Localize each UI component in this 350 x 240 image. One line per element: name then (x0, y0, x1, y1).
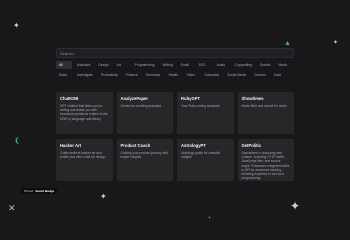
card-title: Product Coach (120, 143, 151, 148)
category-tab[interactable]: Health (166, 71, 182, 79)
category-tab[interactable]: Design (95, 61, 111, 69)
card-description: GPT chatbot that takes you to writing an… (60, 104, 108, 121)
sparkle-icon: ✦ (100, 192, 107, 201)
gpt-card[interactable]: Showtimes Movie filter and overall for au… (237, 92, 294, 134)
category-tab[interactable]: Education (202, 71, 223, 79)
gpt-card-grid: ChatKDB GPT chatbot that takes you to wri… (56, 92, 294, 181)
badge-prefix: Pinned (24, 189, 34, 193)
sparkle-icon: ✦ (13, 21, 20, 30)
card-description: Astrology guide for celestial insights (181, 151, 220, 160)
search-input[interactable]: Search... (56, 48, 294, 58)
card-description: Specializes in analyzing web content, in… (241, 151, 290, 181)
card-title: GetPolitic (241, 143, 262, 148)
gpt-card[interactable]: AnalyzePaper Gemini as a writing assistan… (116, 92, 173, 134)
category-tab[interactable]: Copywriting (232, 61, 255, 69)
category-filters: All Assistant Design Art Programming Writing E… (56, 61, 294, 79)
category-tab[interactable]: Cartoon (251, 71, 269, 79)
category-tab[interactable]: Investigate (74, 71, 96, 79)
leaf-icon: ❨ (14, 136, 21, 145)
category-tab[interactable]: Writing (159, 61, 175, 69)
category-tab[interactable]: Generator (143, 71, 164, 79)
card-title: AnalyzePaper (120, 96, 148, 101)
card-title: AstrologyPT (181, 143, 206, 148)
category-tab[interactable]: Productivity (98, 71, 121, 79)
plus-icon: + (208, 215, 211, 221)
category-tab[interactable]: Data (271, 71, 287, 79)
gpt-card[interactable]: RubyGPT Your Ruby coding assistant (177, 92, 234, 134)
card-description: Your Ruby coding assistant (181, 104, 220, 108)
category-tab[interactable]: Music (276, 61, 292, 69)
bolt-icon: ▲ (284, 40, 291, 47)
category-tab[interactable]: Art (114, 61, 130, 69)
sparkle-icon: ✦ (333, 40, 339, 46)
category-tab[interactable]: Growth (257, 61, 274, 69)
pinned-badge[interactable]: Pinned Saved Badge (21, 188, 58, 194)
close-sparkle-icon: ✕ (8, 203, 16, 213)
gpt-card[interactable]: Hacker Art Crafts resilient hacker art an… (56, 139, 113, 181)
card-title: Hacker Art (60, 143, 82, 148)
category-tab[interactable]: All (56, 61, 72, 69)
gpt-card[interactable]: GetPolitic Specializes in analyzing web c… (237, 139, 294, 181)
card-title: Showtimes (241, 96, 264, 101)
gpt-card[interactable]: Product Coach Guiding your product journe… (116, 139, 173, 181)
category-tab[interactable]: Email (178, 61, 194, 69)
card-description: Gemini as a writing assistant (120, 104, 162, 108)
category-tab[interactable]: Social Media (224, 71, 249, 79)
category-tab[interactable]: Programming (132, 61, 158, 69)
gpt-card[interactable]: AstrologyPT Astrology guide for celestial… (177, 139, 234, 181)
category-tab[interactable]: Finance (123, 71, 141, 79)
card-title: RubyGPT (181, 96, 201, 101)
badge-name: Saved Badge (35, 189, 55, 193)
card-description: Guiding your product journey with expert… (120, 151, 168, 160)
category-tab[interactable]: Assistant (74, 61, 93, 69)
category-tab[interactable]: Sales (56, 71, 72, 79)
category-tab[interactable]: Audio (214, 61, 230, 69)
card-description: Crafts resilient hacker art and profile … (60, 151, 106, 160)
sparkle-icon: ✦ (290, 199, 301, 213)
card-description: Movie filter and overall for audio (241, 104, 287, 108)
card-title: ChatKDB (60, 96, 79, 101)
category-tab[interactable]: SEO (196, 61, 212, 69)
gpt-card[interactable]: ChatKDB GPT chatbot that takes you to wri… (56, 92, 113, 134)
category-tab[interactable]: Video (184, 71, 200, 79)
